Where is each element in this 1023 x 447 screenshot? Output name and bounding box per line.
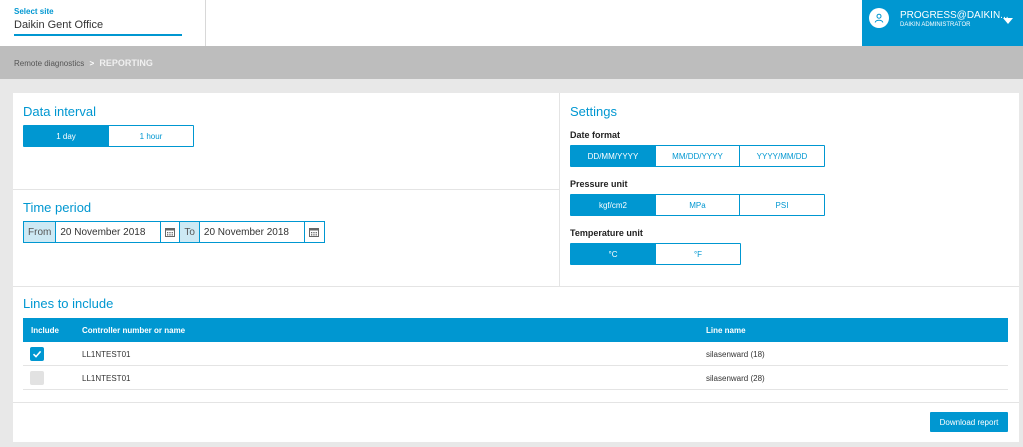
site-selector[interactable]: Select site Daikin Gent Office [0, 0, 206, 46]
line-name-cell: silasenward (18) [706, 350, 765, 359]
table-row: LL1NTEST01 silasenward (18) [23, 342, 1008, 366]
calendar-icon[interactable] [305, 222, 324, 242]
site-selector-label: Select site [14, 7, 54, 16]
reporting-card: Data interval 1 day 1 hour Time period F… [13, 93, 1019, 442]
date-range-picker: From 20 November 2018 To 20 November 201… [23, 221, 325, 243]
time-period-title: Time period [23, 200, 92, 215]
breadcrumb-separator: > [89, 59, 95, 68]
breadcrumb-parent[interactable]: Remote diagnostics [14, 59, 84, 68]
data-interval-title: Data interval [23, 104, 96, 119]
section-divider [13, 189, 559, 190]
include-checkbox[interactable] [30, 347, 44, 361]
section-divider [13, 286, 1019, 287]
breadcrumb: Remote diagnostics > REPORTING [0, 46, 1023, 79]
user-menu[interactable]: PROGRESS@DAIKIN... DAIKIN ADMINISTRATOR [862, 0, 1023, 46]
pressure-psi-button[interactable]: PSI [740, 195, 824, 215]
user-role: DAIKIN ADMINISTRATOR [900, 22, 971, 28]
from-label: From [24, 222, 57, 242]
pressure-unit-toggle: kgf/cm2 MPa PSI [570, 194, 825, 216]
data-interval-toggle: 1 day 1 hour [23, 125, 194, 147]
checkmark-icon [32, 350, 42, 358]
pressure-kgfcm2-button[interactable]: kgf/cm2 [571, 195, 656, 215]
column-header-include: Include [31, 326, 60, 335]
temperature-unit-toggle: °C °F [570, 243, 741, 265]
date-format-mmddyyyy-button[interactable]: MM/DD/YYYY [656, 146, 740, 166]
to-label: To [180, 222, 200, 242]
lines-table: Include Controller number or name Line n… [23, 318, 1008, 390]
to-date-input[interactable]: 20 November 2018 [200, 222, 305, 242]
column-divider [559, 93, 560, 286]
pressure-mpa-button[interactable]: MPa [656, 195, 740, 215]
date-format-toggle: DD/MM/YYYY MM/DD/YYYY YYYY/MM/DD [570, 145, 825, 167]
caret-down-icon[interactable] [1003, 18, 1013, 24]
date-format-yyyymmdd-button[interactable]: YYYY/MM/DD [740, 146, 824, 166]
table-row: LL1NTEST01 silasenward (28) [23, 366, 1008, 390]
temperature-unit-label: Temperature unit [570, 228, 643, 238]
column-header-line-name: Line name [706, 326, 746, 335]
temperature-celsius-button[interactable]: °C [571, 244, 656, 264]
site-selector-value[interactable]: Daikin Gent Office [14, 19, 182, 36]
lines-title: Lines to include [23, 296, 114, 311]
top-header: Select site Daikin Gent Office PROGRESS@… [0, 0, 1023, 46]
temperature-fahrenheit-button[interactable]: °F [656, 244, 740, 264]
include-checkbox[interactable] [30, 371, 44, 385]
controller-cell: LL1NTEST01 [82, 374, 131, 383]
from-date-input[interactable]: 20 November 2018 [56, 222, 162, 242]
interval-1-day-button[interactable]: 1 day [24, 126, 109, 146]
user-icon [869, 8, 889, 28]
controller-cell: LL1NTEST01 [82, 350, 131, 359]
interval-1-hour-button[interactable]: 1 hour [109, 126, 193, 146]
date-format-ddmmyyyy-button[interactable]: DD/MM/YYYY [571, 146, 656, 166]
calendar-icon[interactable] [161, 222, 181, 242]
breadcrumb-current: REPORTING [99, 58, 153, 68]
section-divider [13, 402, 1019, 403]
download-report-button[interactable]: Download report [930, 412, 1008, 432]
date-format-label: Date format [570, 130, 621, 140]
user-name: PROGRESS@DAIKIN... [900, 10, 1009, 21]
line-name-cell: silasenward (28) [706, 374, 765, 383]
table-header: Include Controller number or name Line n… [23, 318, 1008, 342]
column-header-controller: Controller number or name [82, 326, 186, 335]
settings-title: Settings [570, 104, 617, 119]
pressure-unit-label: Pressure unit [570, 179, 628, 189]
